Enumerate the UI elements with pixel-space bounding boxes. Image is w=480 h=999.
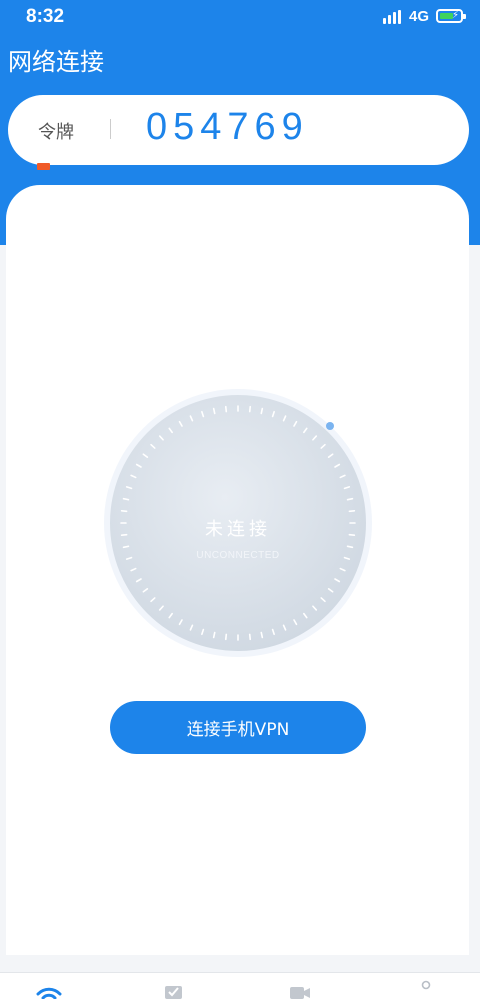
dial-tick bbox=[212, 631, 216, 639]
dial-tick bbox=[212, 407, 216, 415]
dial-tick bbox=[346, 497, 354, 501]
tab-video-icon[interactable] bbox=[289, 984, 311, 999]
dial-tick bbox=[120, 509, 128, 513]
network-type-label: 4G bbox=[409, 8, 430, 25]
dial-tick bbox=[260, 631, 264, 639]
bottom-nav bbox=[0, 972, 480, 999]
dial-tick bbox=[224, 633, 228, 641]
dial-tick bbox=[348, 509, 356, 513]
dial-tick bbox=[224, 405, 228, 413]
battery-charging-icon: ⚡ bbox=[436, 9, 466, 23]
dial-tick bbox=[122, 497, 130, 501]
token-marker bbox=[37, 163, 50, 170]
status-bar: 8:32 4G ⚡ bbox=[0, 0, 480, 34]
token-card: 令牌 054769 bbox=[8, 95, 469, 165]
tab-check-icon[interactable] bbox=[164, 983, 184, 999]
connection-status-en: UNCONNECTED bbox=[196, 550, 280, 561]
dial-tick bbox=[122, 545, 130, 549]
dial-tick bbox=[248, 633, 252, 641]
token-label: 令牌 bbox=[38, 122, 74, 143]
token-divider bbox=[110, 119, 111, 139]
signal-icon bbox=[383, 10, 405, 24]
page-title: 网络连接 bbox=[8, 48, 104, 76]
dial-tick bbox=[346, 545, 354, 549]
dial-tick bbox=[248, 405, 252, 413]
connection-dial[interactable]: 未连接 UNCONNECTED bbox=[102, 387, 374, 659]
connection-status: 未连接 bbox=[205, 519, 271, 540]
tab-user-icon[interactable] bbox=[420, 979, 432, 999]
token-value: 054769 bbox=[146, 106, 309, 148]
tab-wifi-icon[interactable] bbox=[36, 985, 62, 999]
connect-vpn-button[interactable]: 连接手机VPN bbox=[110, 701, 366, 754]
status-time: 8:32 bbox=[26, 6, 65, 27]
dial-tick bbox=[260, 407, 264, 415]
wifi-icon bbox=[102, 387, 128, 406]
